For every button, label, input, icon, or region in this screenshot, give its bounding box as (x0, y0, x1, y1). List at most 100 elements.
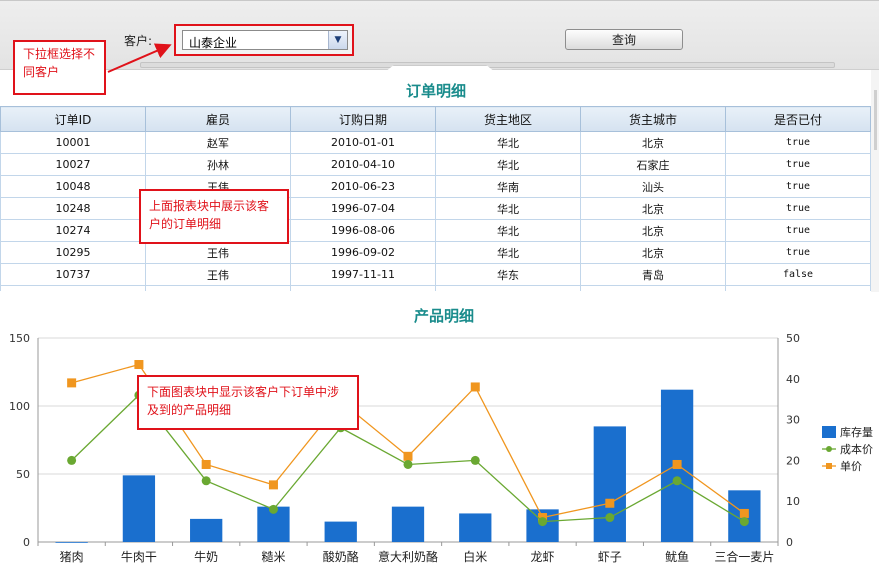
table-cell: true (725, 285, 871, 291)
bar (391, 506, 425, 542)
y-left-tick-label: 100 (9, 400, 30, 413)
table-cell: 2010-04-10 (290, 153, 436, 176)
x-tick-label: 龙虾 (531, 550, 555, 564)
table-cell: 北京 (580, 131, 726, 154)
query-button[interactable]: 查询 (565, 29, 683, 50)
table-row[interactable]: 10738李芳1997-11-12华北天津true (0, 285, 871, 291)
table-row[interactable]: 10001 赵军 2010-01-01 华北 北京 true (0, 131, 871, 154)
table-cell: 华北 (435, 153, 581, 176)
x-tick-label: 三合一麦片 (714, 549, 774, 564)
y-right-tick-label: 30 (786, 414, 800, 427)
y-left-tick-label: 0 (23, 536, 30, 549)
customer-select-highlight: 山泰企业 ▼ (174, 24, 354, 56)
column-header[interactable]: 订单ID (0, 106, 146, 132)
data-point (201, 459, 211, 469)
column-header[interactable]: 雇员 (145, 106, 291, 132)
data-point (605, 513, 615, 523)
x-tick-label: 酸奶酪 (323, 549, 359, 564)
table-cell: 汕头 (580, 175, 726, 198)
table-cell: 华南 (435, 175, 581, 198)
table-cell: true (725, 131, 871, 154)
callout-select: 下拉框选择不同客户 (13, 40, 106, 95)
data-point (134, 360, 144, 370)
table-cell: 华北 (435, 285, 581, 291)
bar (122, 475, 156, 542)
callout-report: 上面报表块中展示该客户的订单明细 (139, 189, 289, 244)
x-tick-label: 牛肉干 (121, 549, 157, 564)
bar (55, 542, 88, 543)
table-cell: 华北 (435, 219, 581, 242)
table-cell: 王伟 (145, 263, 291, 286)
table-cell: true (725, 219, 871, 242)
legend-item[interactable]: 成本价 (822, 440, 873, 457)
column-header[interactable]: 货主城市 (580, 106, 726, 132)
y-right-tick-label: 20 (786, 454, 800, 467)
data-point (201, 476, 211, 486)
y-left-tick-label: 50 (16, 468, 30, 481)
customer-select[interactable]: 山泰企业 ▼ (182, 30, 348, 50)
table-cell: 2010-01-01 (290, 131, 436, 154)
callout-chart: 下面图表块中显示该客户下订单中涉及到的产品明细 (137, 375, 359, 430)
data-point (403, 459, 413, 469)
y-left-tick-label: 150 (9, 332, 30, 345)
customer-select-value: 山泰企业 (189, 36, 238, 50)
table-cell: 青岛 (580, 263, 726, 286)
table-cell: 1996-09-02 (290, 241, 436, 264)
legend-label: 成本价 (840, 442, 873, 456)
column-header[interactable]: 订购日期 (290, 106, 436, 132)
table-cell: 王伟 (145, 241, 291, 264)
legend-item[interactable]: 单价 (822, 457, 873, 474)
query-toolbar: 客户: 山泰企业 ▼ 查询 (0, 0, 879, 70)
scrollbar-thumb[interactable] (874, 90, 877, 150)
legend-swatch (822, 425, 836, 438)
table-cell: 北京 (580, 241, 726, 264)
customer-label: 客户: (124, 34, 153, 48)
y-right-tick-label: 10 (786, 495, 800, 508)
table-cell: 天津 (580, 285, 726, 291)
table-cell: 华东 (435, 263, 581, 286)
data-point (268, 504, 278, 514)
table-cell: 孙林 (145, 153, 291, 176)
table-row[interactable]: 10248 1996-07-04 华北 北京 true (0, 197, 871, 220)
table-row[interactable]: 10274 1996-08-06 华北 北京 true (0, 219, 871, 242)
order-table-header: 订单ID 雇员 订购日期 货主地区 货主城市 是否已付 (0, 106, 871, 132)
table-cell: false (725, 263, 871, 286)
table-cell: 10048 (0, 175, 146, 198)
data-point (67, 455, 77, 465)
data-point (739, 508, 749, 518)
y-right-tick-label: 0 (786, 536, 793, 549)
splitter-handle[interactable] (385, 65, 495, 72)
column-header[interactable]: 货主地区 (435, 106, 581, 132)
data-point (470, 382, 480, 392)
table-cell: true (725, 241, 871, 264)
bar (593, 426, 626, 542)
table-cell: 10737 (0, 263, 146, 286)
legend-label: 单价 (840, 459, 862, 473)
table-cell: 华北 (435, 131, 581, 154)
chevron-down-icon[interactable]: ▼ (328, 31, 347, 49)
legend-swatch (822, 443, 836, 455)
x-tick-label: 白米 (463, 549, 487, 564)
data-point (470, 455, 480, 465)
table-row[interactable]: 10048 王伟 2010-06-23 华南 汕头 true (0, 175, 871, 198)
table-row[interactable]: 10295 王伟 1996-09-02 华北 北京 true (0, 241, 871, 264)
table-row[interactable]: 10737 王伟 1997-11-11 华东 青岛 false (0, 263, 871, 286)
legend-item[interactable]: 库存量 (822, 423, 873, 440)
bar (459, 513, 492, 542)
data-point (403, 451, 413, 461)
x-tick-label: 糙米 (261, 550, 285, 564)
table-cell: 10248 (0, 197, 146, 220)
data-point (605, 498, 615, 508)
table-cell: 北京 (580, 197, 726, 220)
legend-label: 库存量 (840, 425, 873, 439)
column-header[interactable]: 是否已付 (725, 106, 871, 132)
table-cell: 10001 (0, 131, 146, 154)
x-tick-label: 猪肉 (60, 550, 84, 564)
table-cell: 华北 (435, 197, 581, 220)
y-right-tick-label: 50 (786, 332, 800, 345)
order-table: 订单ID 雇员 订购日期 货主地区 货主城市 是否已付 10001 赵军 2010-01-01… (0, 106, 871, 291)
table-row[interactable]: 10027 孙林 2010-04-10 华北 石家庄 true (0, 153, 871, 176)
product-chart: 0 50 100 150 0 10 20 30 40 50 猪肉 牛肉干 牛奶 糙米 酸奶酪 意大利奶酪 白米 龙… (9, 332, 800, 564)
x-tick-label: 意大利奶酪 (378, 549, 438, 564)
table-cell: 10274 (0, 219, 146, 242)
